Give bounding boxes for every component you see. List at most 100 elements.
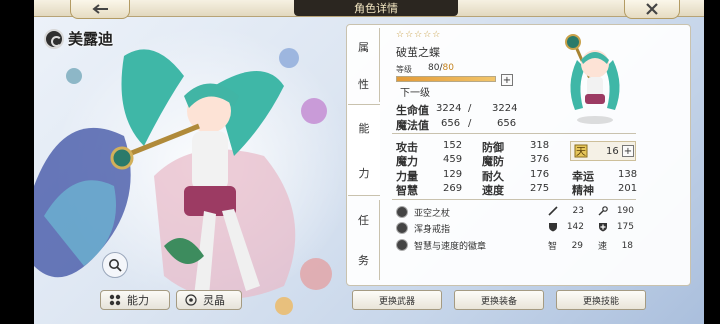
tab-ability-char-2: 力 <box>358 166 370 180</box>
hp-separator: / <box>468 103 472 114</box>
magic-value: 459 <box>443 154 463 165</box>
equipment-stat-2: 175 <box>598 222 634 232</box>
change-equipment-button[interactable]: 更换装备 <box>454 290 544 310</box>
tab-quest-char-1: 任 <box>358 214 369 227</box>
hp-max: 3224 <box>492 103 518 114</box>
wisdom-label: 智慧 <box>396 182 418 198</box>
wisdom-label-text: 智慧 <box>396 184 418 197</box>
luck-value: 138 <box>618 169 638 180</box>
stat-points-value: 16 <box>606 146 619 157</box>
grid-icon <box>109 294 121 306</box>
equipment-stat-1: 23 <box>548 206 584 216</box>
equipment-stat-2-label: 速 <box>598 242 608 252</box>
mp-separator: / <box>468 118 472 129</box>
divider <box>392 133 636 134</box>
tab-ability-char-1: 能 <box>358 121 370 135</box>
hp-current: 3224 <box>436 103 462 114</box>
hp-row: 生命值 <box>396 102 429 118</box>
arrow-left-icon <box>92 4 108 14</box>
mdef-value: 376 <box>530 154 550 165</box>
ability-button[interactable]: 能力 <box>100 290 170 310</box>
ability-button-label: 能力 <box>127 294 149 307</box>
change-weapon-button[interactable]: 更换武器 <box>352 290 442 310</box>
equipment-stat-1: 智 29 <box>548 239 584 253</box>
magic-shield-icon <box>599 223 607 232</box>
element-dark-icon <box>44 28 64 49</box>
shield-icon <box>549 223 557 232</box>
equipment-stat-2: 190 <box>598 206 634 216</box>
page-title: 角色详情 <box>294 0 458 16</box>
magnifier-icon <box>109 259 122 272</box>
sword-icon <box>548 206 558 216</box>
tab-attributes[interactable]: 属 性 <box>348 28 380 102</box>
wand-icon <box>598 206 608 216</box>
character-artwork <box>34 26 354 315</box>
equipment-name: 智慧与速度的徽章 <box>414 241 487 252</box>
attack-value: 152 <box>443 140 463 151</box>
speed-value: 275 <box>530 183 550 194</box>
level-label: 等级 <box>396 65 412 74</box>
strength-value: 129 <box>443 169 463 180</box>
change-skill-button[interactable]: 更换技能 <box>556 290 646 310</box>
divider <box>392 199 636 200</box>
close-button[interactable] <box>624 0 680 19</box>
equipment-row[interactable]: 浑身戒指 <box>396 221 450 235</box>
equipment-stat-2-value: 18 <box>621 240 634 251</box>
level-progress-fill <box>397 77 495 81</box>
mp-current: 656 <box>441 118 461 129</box>
tab-quest[interactable]: 任 务 <box>348 200 380 280</box>
level-value: 80/80 <box>428 63 454 73</box>
spirit-label-text: 精神 <box>572 184 594 197</box>
mp-row: 魔法值 <box>396 117 429 133</box>
level-max: 80 <box>442 63 454 73</box>
equipment-stat-1-value: 23 <box>572 206 584 216</box>
zoom-button[interactable] <box>102 252 128 278</box>
mp-max: 656 <box>497 118 517 129</box>
equipment-name: 浑身戒指 <box>414 224 451 235</box>
equipment-stat-2: 速 18 <box>598 239 634 253</box>
spirit-value: 201 <box>618 183 638 194</box>
level-progress-bar <box>396 76 496 82</box>
crystal-icon <box>185 294 197 306</box>
equipment-stat-1-label: 智 <box>548 242 558 252</box>
equipment-stat-1-value: 142 <box>566 222 584 232</box>
rarity-stars: ☆☆☆☆☆ <box>396 30 442 40</box>
equipment-stat-2-value: 190 <box>616 206 634 216</box>
level-up-button[interactable]: + <box>501 74 513 86</box>
equipment-row[interactable]: 亚空之杖 <box>396 205 450 219</box>
back-button[interactable] <box>70 0 130 19</box>
stat-points-add-button[interactable]: + <box>622 145 634 157</box>
speed-label: 速度 <box>482 182 504 198</box>
equipment-row[interactable]: 智慧与速度的徽章 <box>396 238 486 252</box>
hp-label: 生命值 <box>396 104 429 117</box>
tab-attributes-char-2: 性 <box>358 77 369 91</box>
badge-icon <box>396 239 408 251</box>
equipment-stat-1-value: 29 <box>571 240 584 251</box>
spirit-crystal-button-label: 灵晶 <box>203 294 225 307</box>
mdef-label-text: 魔防 <box>482 155 504 168</box>
character-name-badge: 美露迪 <box>44 28 113 49</box>
equipment-stat-1: 142 <box>548 222 584 232</box>
level-current: 80 <box>428 63 440 73</box>
screen: 角色详情 美露迪 能力 灵晶 属 性 能 力 任 务 ☆☆☆☆☆ 破茧之蝶 等级… <box>0 0 720 324</box>
spirit-crystal-button[interactable]: 灵晶 <box>176 290 242 310</box>
endurance-value: 176 <box>530 169 550 180</box>
character-epithet: 破茧之蝶 <box>396 46 440 59</box>
magic-label-text: 魔力 <box>396 155 418 168</box>
wisdom-value: 269 <box>443 183 463 194</box>
ring-icon <box>396 222 408 234</box>
defense-value: 318 <box>530 140 550 151</box>
close-icon <box>646 3 658 15</box>
character-name: 美露迪 <box>68 30 114 48</box>
mp-label: 魔法值 <box>396 119 429 132</box>
svg-text:天: 天 <box>576 147 586 158</box>
character-chibi-portrait <box>565 34 620 124</box>
tab-attributes-char-1: 属 <box>358 40 369 54</box>
stat-point-icon: 天 <box>574 144 588 158</box>
right-letterbox <box>704 0 720 324</box>
equipment-stat-2-value: 175 <box>616 222 634 232</box>
staff-icon <box>396 206 408 218</box>
left-letterbox <box>0 0 34 324</box>
spirit-label: 精神 <box>572 182 594 198</box>
tab-ability[interactable]: 能 力 <box>348 104 380 196</box>
